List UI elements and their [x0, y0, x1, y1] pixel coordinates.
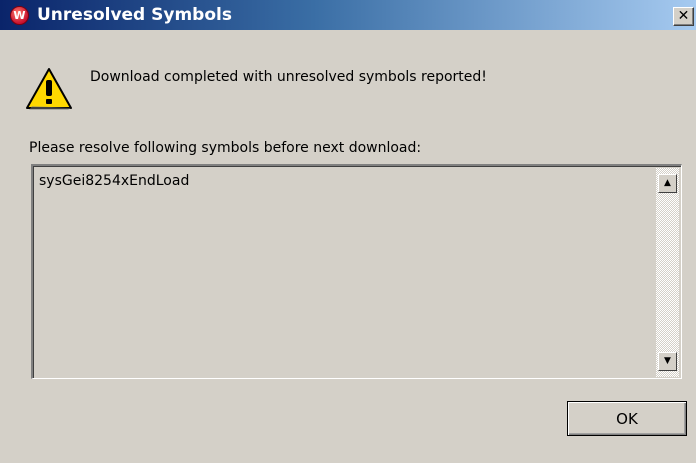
- status-message: Download completed with unresolved symbo…: [90, 69, 487, 85]
- close-icon: ✕: [677, 8, 690, 24]
- scroll-down-arrow-icon: ▼: [664, 356, 671, 366]
- scroll-up-button[interactable]: ▲: [658, 174, 677, 193]
- instruction-label: Please resolve following symbols before …: [29, 140, 422, 156]
- ok-button-label: OK: [616, 409, 638, 428]
- scroll-up-arrow-icon: ▲: [664, 178, 671, 188]
- warning-icon: [26, 68, 72, 110]
- unresolved-symbols-list[interactable]: sysGei8254xEndLoad ▲ ▼: [31, 164, 682, 379]
- vertical-scrollbar[interactable]: ▲ ▼: [656, 168, 679, 377]
- scroll-down-button[interactable]: ▼: [658, 352, 677, 371]
- window-title: Unresolved Symbols: [37, 5, 232, 25]
- app-icon-label: W: [13, 9, 26, 22]
- close-button[interactable]: ✕: [673, 7, 694, 26]
- ok-button[interactable]: OK: [567, 401, 687, 436]
- windriver-app-icon: W: [10, 6, 29, 25]
- symbol-item: sysGei8254xEndLoad: [39, 173, 190, 189]
- title-bar[interactable]: W Unresolved Symbols ✕: [0, 0, 696, 30]
